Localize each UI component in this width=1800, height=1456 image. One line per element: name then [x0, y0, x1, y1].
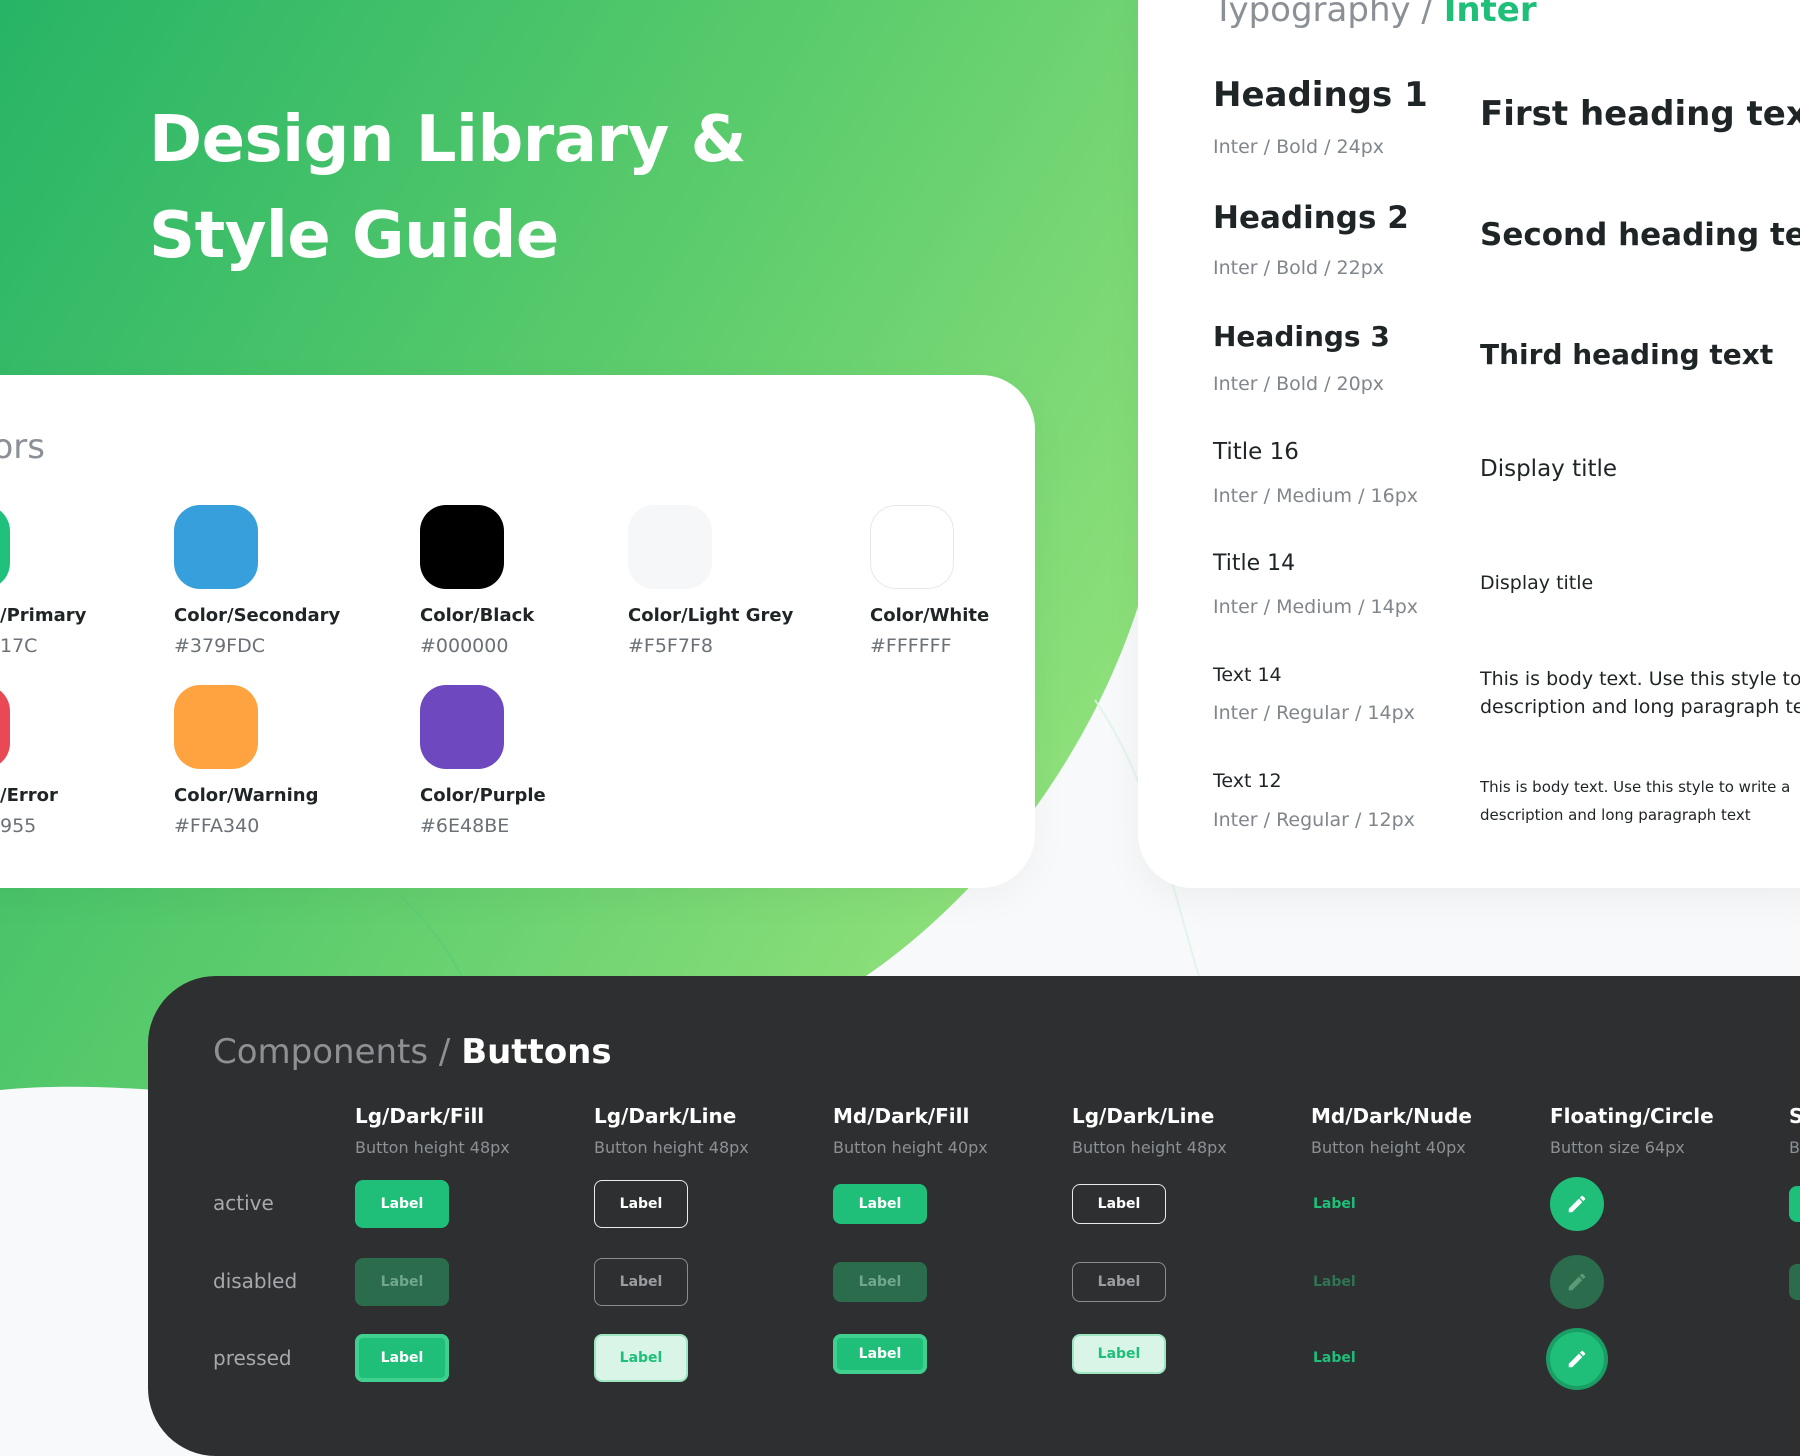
lg-fill-disabled-button[interactable]: Label [355, 1258, 449, 1306]
column-subtitle: Button height 48px [1072, 1138, 1227, 1157]
type-style-sample: First heading text [1480, 94, 1800, 134]
typography-heading-prefix: Typography / [1213, 0, 1433, 30]
md-fill-disabled-button[interactable]: Label [833, 1262, 927, 1302]
column-title: Lg/Dark/Line [1072, 1104, 1215, 1128]
lg-line-pressed-button-2[interactable]: Label [1072, 1334, 1166, 1374]
lg-line-disabled-button-2[interactable]: Label [1072, 1262, 1166, 1302]
type-style-spec: Inter / Regular / 12px [1213, 809, 1415, 831]
components-heading: Components / Buttons [213, 1032, 612, 1072]
type-style-name: Headings 3 [1213, 320, 1390, 353]
type-style-sample-line: This is body text. Use this style to [1480, 668, 1800, 690]
column-subtitle: Button height 40px [833, 1138, 988, 1157]
type-style-spec: Inter / Bold / 20px [1213, 373, 1385, 395]
swatch-white[interactable] [870, 505, 954, 589]
swatch-hex: #F5F7F8 [628, 635, 713, 657]
type-style-name: Text 12 [1213, 770, 1282, 792]
swatch-hex: #6E48BE [420, 815, 510, 837]
small-fill-disabled-button[interactable] [1789, 1264, 1800, 1300]
lg-line-disabled-button[interactable]: Label [594, 1258, 688, 1306]
type-style-name: Text 14 [1213, 664, 1282, 686]
swatch-name: Color/Secondary [174, 605, 341, 626]
type-style-sample: Third heading text [1480, 338, 1774, 371]
column-title: Md/Dark/Nude [1311, 1104, 1472, 1128]
swatch-error[interactable] [0, 685, 10, 769]
md-nude-disabled-button[interactable]: Label [1311, 1262, 1405, 1302]
swatch-secondary[interactable] [174, 505, 258, 589]
type-style-sample: Display title [1480, 456, 1618, 482]
column-title: Md/Dark/Fill [833, 1104, 970, 1128]
swatch-hex: #FFFFFF [870, 635, 952, 657]
swatch-name: Color/White [870, 605, 990, 626]
column-title: Lg/Dark/Fill [355, 1104, 485, 1128]
type-style-spec: Inter / Medium / 16px [1213, 485, 1419, 507]
lg-line-active-button-2[interactable]: Label [1072, 1184, 1166, 1224]
type-style-spec: Inter / Bold / 22px [1213, 257, 1385, 279]
components-heading-strong: Buttons [461, 1032, 612, 1072]
floating-circle-disabled-button[interactable] [1550, 1255, 1604, 1309]
type-style-spec: Inter / Medium / 14px [1213, 596, 1419, 618]
md-fill-active-button[interactable]: Label [833, 1184, 927, 1224]
state-label-active: active [213, 1191, 274, 1215]
swatch-warning[interactable] [174, 685, 258, 769]
swatch-name: Color/Light Grey [628, 605, 794, 626]
md-fill-pressed-button[interactable]: Label [833, 1334, 927, 1374]
swatch-purple[interactable] [420, 685, 504, 769]
column-subtitle: Button height 48px [594, 1138, 749, 1157]
swatch-hex: #379FDC [174, 635, 266, 657]
colors-heading: lors [0, 427, 45, 467]
floating-circle-pressed-button[interactable] [1550, 1332, 1604, 1386]
lg-fill-pressed-button[interactable]: Label [355, 1334, 449, 1382]
typography-heading: Typography / Inter [1213, 0, 1537, 30]
column-subtitle: B [1789, 1138, 1800, 1157]
lg-line-active-button[interactable]: Label [594, 1180, 688, 1228]
column-subtitle: Button height 48px [355, 1138, 510, 1157]
type-style-sample-line: description and long paragraph te [1480, 696, 1800, 718]
column-title: S [1789, 1104, 1800, 1128]
swatch-primary[interactable] [0, 505, 10, 589]
column-subtitle: Button size 64px [1550, 1138, 1685, 1157]
type-style-sample-line: This is body text. Use this style to wri… [1480, 778, 1791, 796]
column-subtitle: Button height 40px [1311, 1138, 1466, 1157]
lg-fill-active-button[interactable]: Label [355, 1180, 449, 1228]
type-style-name: Title 16 [1213, 439, 1299, 465]
swatch-name: Color/Warning [174, 785, 319, 806]
type-style-sample: Display title [1480, 572, 1594, 594]
typography-card: Typography / Inter Headings 1 Inter / Bo… [1138, 0, 1800, 888]
swatch-hex: 955 [0, 815, 37, 837]
column-title: Floating/Circle [1550, 1104, 1714, 1128]
type-style-name: Headings 1 [1213, 75, 1428, 115]
md-nude-active-button[interactable]: Label [1311, 1184, 1405, 1224]
swatch-name: Color/Black [420, 605, 535, 626]
swatch-black[interactable] [420, 505, 504, 589]
column-title: Lg/Dark/Line [594, 1104, 737, 1128]
swatch-hex: #000000 [420, 635, 509, 657]
swatch-name: /Primary [0, 605, 87, 626]
swatch-hex: #FFA340 [174, 815, 260, 837]
md-nude-pressed-button[interactable]: Label [1311, 1338, 1405, 1378]
state-label-pressed: pressed [213, 1346, 292, 1370]
typography-heading-accent: Inter [1443, 0, 1537, 30]
colors-card: lors /Primary 17C Color/Secondary #379FD… [0, 375, 1035, 888]
state-label-disabled: disabled [213, 1269, 298, 1293]
floating-circle-active-button[interactable] [1550, 1177, 1604, 1231]
components-heading-prefix: Components / [213, 1032, 451, 1072]
pencil-icon [1568, 1350, 1586, 1368]
pencil-icon [1568, 1195, 1586, 1213]
lg-line-pressed-button[interactable]: Label [594, 1334, 688, 1382]
type-style-spec: Inter / Bold / 24px [1213, 136, 1385, 158]
pencil-icon [1568, 1273, 1586, 1291]
swatch-name: /Error [0, 785, 58, 806]
swatch-light-grey[interactable] [628, 505, 712, 589]
type-style-name: Title 14 [1213, 551, 1296, 576]
small-fill-active-button[interactable] [1789, 1186, 1800, 1222]
swatch-hex: 17C [0, 635, 38, 657]
type-style-sample-line: description and long paragraph text [1480, 806, 1751, 824]
components-card: Components / Buttons Lg/Dark/Fill Button… [148, 976, 1800, 1456]
type-style-sample: Second heading text [1480, 217, 1800, 253]
hero-title: Design Library & Style Guide [149, 103, 746, 273]
swatch-name: Color/Purple [420, 785, 546, 806]
type-style-name: Headings 2 [1213, 200, 1409, 236]
type-style-spec: Inter / Regular / 14px [1213, 702, 1415, 724]
